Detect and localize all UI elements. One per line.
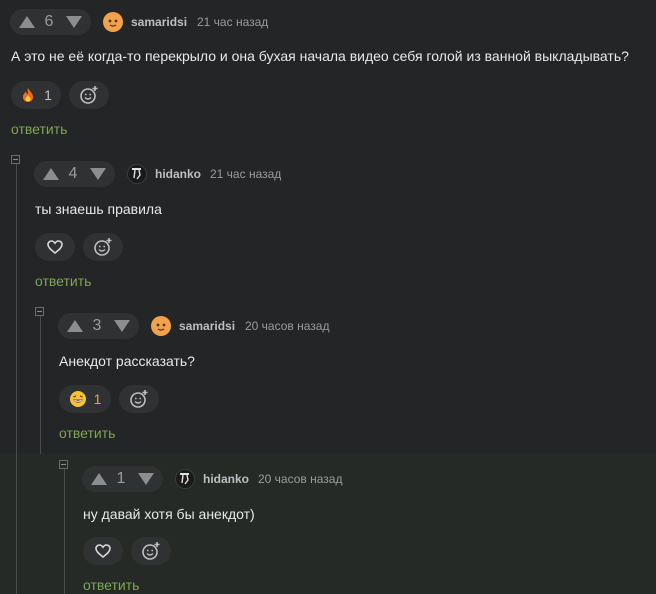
author-name[interactable]: hidanko <box>155 167 201 181</box>
upvote-button[interactable] <box>67 320 83 332</box>
vote-count: 6 <box>44 13 54 30</box>
add-reaction-icon <box>94 238 112 256</box>
comment-text: А это не её когда-то перекрыло и она бух… <box>11 48 629 64</box>
author-name[interactable]: samaridsi <box>179 319 235 333</box>
thread-line-2[interactable] <box>40 316 41 454</box>
downvote-button[interactable] <box>114 320 130 332</box>
timestamp[interactable]: 21 час назад <box>210 167 281 181</box>
timestamp[interactable]: 20 часов назад <box>245 319 329 333</box>
reaction-fire-button[interactable]: 1 <box>11 81 61 109</box>
timestamp[interactable]: 20 часов назад <box>258 472 342 486</box>
reply-link[interactable]: ответить <box>11 121 67 137</box>
avatar[interactable] <box>175 469 195 489</box>
add-reaction-button[interactable] <box>83 233 123 261</box>
avatar-figure-icon <box>132 168 141 180</box>
fire-icon <box>23 88 34 102</box>
upvote-button[interactable] <box>19 16 35 28</box>
vote-count: 3 <box>92 317 102 334</box>
downvote-button[interactable] <box>90 168 106 180</box>
add-reaction-button[interactable] <box>119 385 159 413</box>
downvote-button[interactable] <box>138 473 154 485</box>
reaction-count: 1 <box>44 87 52 103</box>
like-button[interactable] <box>83 537 123 565</box>
reaction-laugh-button[interactable]: 1 <box>59 385 111 413</box>
add-reaction-icon <box>142 542 160 560</box>
upvote-button[interactable] <box>43 168 59 180</box>
reply-link[interactable]: ответить <box>83 577 139 593</box>
upvote-button[interactable] <box>91 473 107 485</box>
avatar-figure-icon <box>180 473 189 485</box>
reply-link[interactable]: ответить <box>59 425 115 441</box>
vote-widget: 6 <box>10 9 91 35</box>
reply-link[interactable]: ответить <box>35 273 91 289</box>
author-name[interactable]: hidanko <box>203 472 249 486</box>
thread-line-3[interactable] <box>64 469 65 594</box>
avatar[interactable] <box>151 316 171 336</box>
add-reaction-button[interactable] <box>69 81 109 109</box>
add-reaction-icon <box>130 390 148 408</box>
comment-text: ну давай хотя бы анекдот) <box>83 506 255 522</box>
collapse-thread-button[interactable] <box>11 155 20 164</box>
vote-widget: 3 <box>58 313 139 339</box>
heart-icon <box>47 240 63 255</box>
comment-text: ты знаешь правила <box>35 201 162 217</box>
heart-icon <box>95 544 111 559</box>
avatar-face-icon <box>108 19 118 27</box>
vote-widget: 1 <box>82 466 163 492</box>
timestamp[interactable]: 21 час назад <box>197 15 268 29</box>
reaction-count: 1 <box>93 391 102 407</box>
vote-count: 1 <box>116 470 126 487</box>
author-name[interactable]: samaridsi <box>131 15 187 29</box>
collapse-thread-button[interactable] <box>35 307 44 316</box>
vote-count: 4 <box>68 165 78 182</box>
thread-line-1[interactable] <box>16 164 17 594</box>
avatar[interactable] <box>103 12 123 32</box>
avatar[interactable] <box>127 164 147 184</box>
collapse-thread-button[interactable] <box>59 460 68 469</box>
add-reaction-button[interactable] <box>131 537 171 565</box>
like-button[interactable] <box>35 233 75 261</box>
vote-widget: 4 <box>34 161 115 187</box>
downvote-button[interactable] <box>66 16 82 28</box>
laughing-emoji-icon <box>69 391 86 407</box>
avatar-face-icon <box>156 323 166 331</box>
add-reaction-icon <box>80 86 98 104</box>
comment-text: Анекдот рассказать? <box>59 353 195 369</box>
